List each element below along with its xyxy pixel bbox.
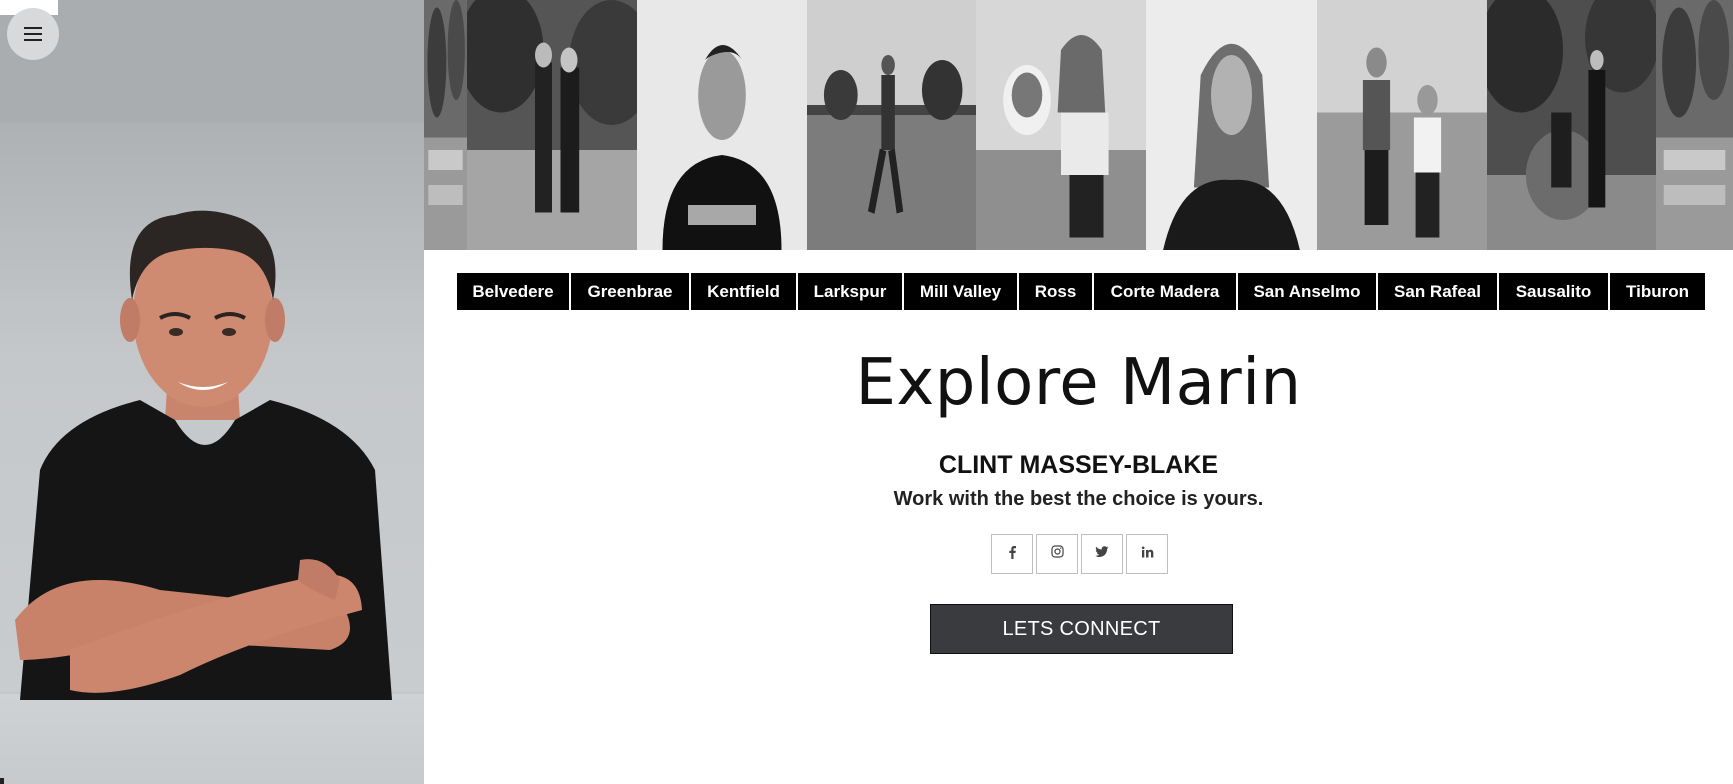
social-links bbox=[991, 534, 1168, 574]
instagram-link[interactable] bbox=[1036, 534, 1078, 574]
photo-tile-golfer-swing bbox=[807, 0, 977, 250]
linkedin-link[interactable] bbox=[1126, 534, 1168, 574]
instagram-icon bbox=[1050, 545, 1064, 563]
hamburger-menu-icon bbox=[24, 27, 42, 41]
town-link-tiburon[interactable]: Tiburon bbox=[1610, 273, 1705, 310]
photo-tile-couple-seated bbox=[1317, 0, 1488, 250]
town-navigation: Belvedere Greenbrae Kentfield Larkspur Mill … bbox=[457, 273, 1705, 310]
hero-corner-mark bbox=[0, 778, 4, 784]
hero-portrait-panel bbox=[0, 0, 424, 784]
town-link-corte-madera[interactable]: Corte Madera bbox=[1094, 273, 1238, 310]
photo-tile-couple-garden-chair bbox=[1487, 0, 1657, 250]
photo-tile-woman-portrait bbox=[1146, 0, 1318, 250]
photo-tile-man-black-tshirt-portrait bbox=[637, 0, 808, 250]
facebook-link[interactable] bbox=[991, 534, 1033, 574]
lets-connect-button[interactable]: LETS CONNECT bbox=[930, 604, 1233, 654]
page-title: Explore Marin bbox=[855, 346, 1302, 420]
photo-tile-garden-steps bbox=[424, 0, 468, 250]
facebook-icon bbox=[1007, 545, 1017, 564]
town-link-sausalito[interactable]: Sausalito bbox=[1499, 273, 1610, 310]
town-link-san-anselmo[interactable]: San Anselmo bbox=[1238, 273, 1378, 310]
photo-strip bbox=[424, 0, 1733, 250]
photo-tile-garden-steps bbox=[1656, 0, 1733, 250]
town-link-ross[interactable]: Ross bbox=[1019, 273, 1094, 310]
linkedin-icon bbox=[1141, 545, 1154, 563]
photo-tile-couple-standing-garden bbox=[467, 0, 638, 250]
town-link-san-rafeal[interactable]: San Rafeal bbox=[1378, 273, 1499, 310]
hero-portrait-image bbox=[15, 210, 392, 700]
town-link-kentfield[interactable]: Kentfield bbox=[691, 273, 798, 310]
town-link-greenbrae[interactable]: Greenbrae bbox=[571, 273, 691, 310]
hamburger-menu-button[interactable] bbox=[7, 8, 59, 60]
town-link-belvedere[interactable]: Belvedere bbox=[457, 273, 571, 310]
twitter-link[interactable] bbox=[1081, 534, 1123, 574]
photo-tile-woman-with-dog-on-sofa bbox=[976, 0, 1147, 250]
twitter-icon bbox=[1095, 545, 1109, 563]
tagline: Work with the best the choice is yours. bbox=[893, 488, 1264, 510]
town-link-larkspur[interactable]: Larkspur bbox=[798, 273, 904, 310]
town-link-mill-valley[interactable]: Mill Valley bbox=[904, 273, 1019, 310]
agent-name: CLINT MASSEY-BLAKE bbox=[938, 451, 1219, 479]
